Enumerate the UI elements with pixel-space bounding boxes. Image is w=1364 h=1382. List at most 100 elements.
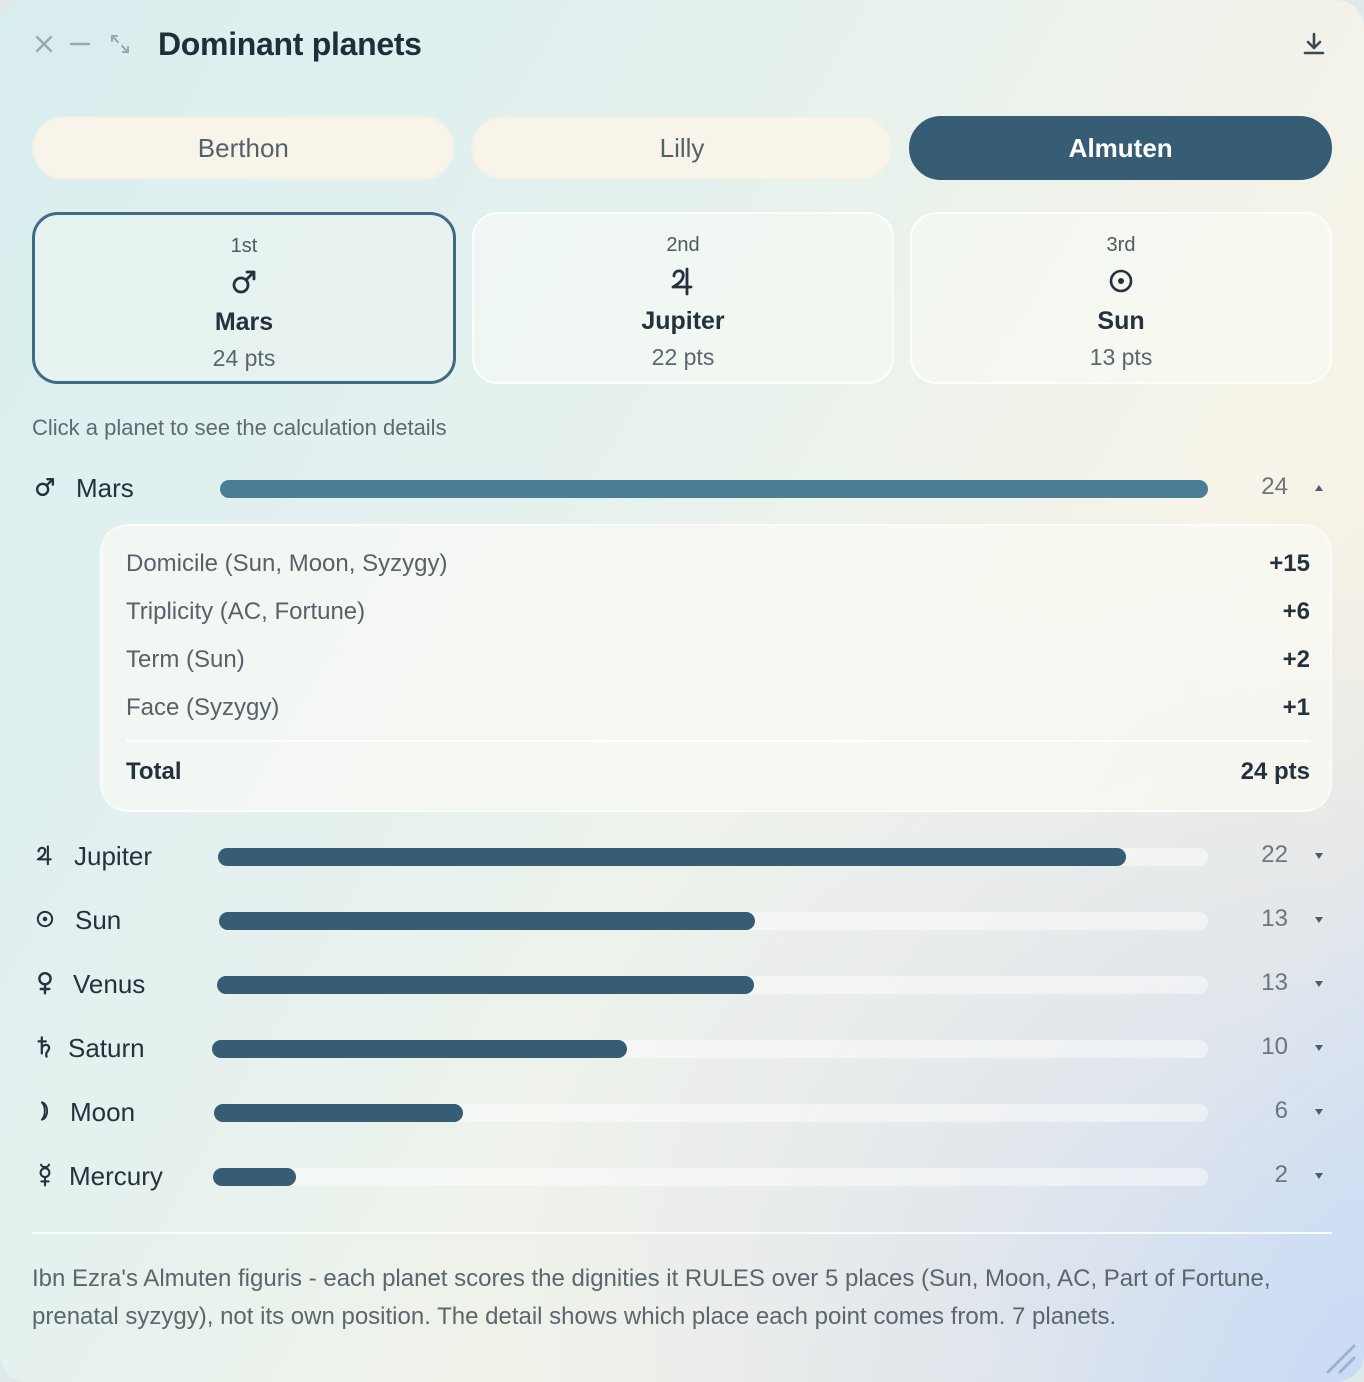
jupiter-icon (669, 263, 697, 299)
detail-label: Triplicity (AC, Fortune) (126, 598, 366, 625)
tab-berthon[interactable]: Berthon (32, 116, 455, 180)
caret-down-icon (1315, 1045, 1323, 1051)
planet-points: 13 pts (1089, 344, 1153, 370)
planet-name: Moon (70, 1097, 136, 1127)
planet-row-mercury[interactable]: Mercury 2 (32, 1152, 1332, 1202)
caret-down-icon (1315, 917, 1323, 923)
maximize-button[interactable] (106, 30, 134, 58)
score-bar-track (218, 848, 1208, 866)
planet-row-sun[interactable]: Sun 13 (32, 896, 1332, 946)
score-bar-track (214, 1104, 1208, 1122)
collapse-button[interactable] (1312, 478, 1326, 498)
expand-button[interactable] (1312, 846, 1326, 866)
expand-button[interactable] (1312, 1166, 1326, 1186)
planet-row-venus[interactable]: Venus 13 (32, 960, 1332, 1010)
title-bar: Dominant planets (0, 0, 1364, 90)
score-bar-fill (212, 1040, 627, 1058)
score-bar-track (217, 976, 1208, 994)
score-value: 22 (1261, 841, 1288, 868)
planet-name: Venus (73, 969, 146, 999)
planet-points: 24 pts (212, 345, 276, 371)
planet-name: Mercury (69, 1161, 163, 1191)
resize-grip-icon (1326, 1344, 1356, 1374)
score-bar-fill (217, 976, 754, 994)
podium: 1st Mars 24 pts 2nd Jupiter 22 pts 3rd S… (32, 212, 1332, 384)
mars-icon (230, 264, 258, 300)
score-bar-fill (220, 480, 1208, 498)
download-icon (1303, 32, 1325, 55)
total-label: Total (126, 758, 182, 785)
planet-row-moon[interactable]: Moon 6 (32, 1088, 1332, 1138)
rank-label: 1st (230, 235, 258, 257)
planet-name: Mars (214, 308, 274, 336)
planet-name: Mars (76, 473, 134, 503)
podium-card-sun[interactable]: 3rd Sun 13 pts (910, 212, 1332, 384)
planet-row-mars[interactable]: Mars 24 (32, 464, 1332, 514)
caret-down-icon (1315, 981, 1323, 987)
expand-button[interactable] (1312, 1102, 1326, 1122)
expand-button[interactable] (1312, 910, 1326, 930)
moon-icon (32, 1098, 58, 1124)
detail-value: +6 (1282, 598, 1310, 625)
minimize-icon (69, 42, 91, 46)
detail-value: +2 (1282, 646, 1310, 673)
planet-name: Saturn (68, 1033, 145, 1063)
detail-label: Domicile (Sun, Moon, Syzygy) (126, 550, 448, 577)
tab-almuten[interactable]: Almuten (909, 116, 1333, 180)
score-value: 2 (1274, 1161, 1288, 1188)
calculation-details: Domicile (Sun, Moon, Syzygy) +15 Triplic… (100, 524, 1332, 812)
planet-points: 22 pts (651, 344, 715, 370)
planet-row-saturn[interactable]: Saturn 10 (32, 1024, 1332, 1074)
planet-row-jupiter[interactable]: Jupiter 22 (32, 832, 1332, 882)
podium-card-mars[interactable]: 1st Mars 24 pts (32, 212, 456, 384)
score-value: 24 (1261, 473, 1288, 500)
score-bar-track (212, 1040, 1208, 1058)
saturn-icon (32, 1034, 58, 1060)
close-icon (35, 35, 53, 53)
caret-down-icon (1315, 1109, 1323, 1115)
details-divider (126, 740, 1310, 742)
rank-label: 3rd (1106, 234, 1136, 256)
detail-label: Term (Sun) (126, 646, 245, 673)
mercury-icon (32, 1162, 58, 1188)
resize-handle[interactable] (1322, 1340, 1356, 1374)
dominant-planets-window: Dominant planets Berthon Lilly Almuten 1… (0, 0, 1364, 1382)
planet-name: Sun (1097, 307, 1145, 335)
jupiter-icon (32, 842, 58, 868)
score-bar-fill (219, 912, 755, 930)
score-value: 13 (1261, 969, 1288, 996)
total-value: 24 pts (1240, 758, 1310, 785)
score-value: 6 (1274, 1097, 1288, 1124)
rank-label: 2nd (666, 234, 700, 256)
score-bar-fill (214, 1104, 463, 1122)
footer-divider (32, 1232, 1332, 1234)
details-hint: Click a planet to see the calculation de… (32, 415, 447, 440)
expand-button[interactable] (1312, 1038, 1326, 1058)
detail-row: Domicile (Sun, Moon, Syzygy) +15 (126, 550, 1310, 584)
detail-value: +1 (1282, 694, 1310, 721)
score-bar-track (213, 1168, 1208, 1186)
score-value: 10 (1261, 1033, 1288, 1060)
tab-lilly[interactable]: Lilly (470, 116, 894, 180)
sun-icon (32, 906, 58, 932)
score-value: 13 (1261, 905, 1288, 932)
score-bar-fill (213, 1168, 296, 1186)
podium-card-jupiter[interactable]: 2nd Jupiter 22 pts (472, 212, 894, 384)
detail-total-row: Total 24 pts (126, 758, 1310, 792)
detail-row: Term (Sun) +2 (126, 646, 1310, 680)
caret-up-icon (1315, 485, 1323, 491)
score-bar-track (220, 480, 1208, 498)
method-description: Ibn Ezra's Almuten figuris - each planet… (32, 1265, 1271, 1330)
detail-label: Face (Syzygy) (126, 694, 280, 721)
method-tabs: Berthon Lilly Almuten (32, 116, 1333, 180)
caret-down-icon (1315, 1173, 1323, 1179)
expand-icon (111, 35, 129, 53)
planet-name: Jupiter (74, 841, 153, 871)
detail-row: Face (Syzygy) +1 (126, 694, 1310, 728)
expand-button[interactable] (1312, 974, 1326, 994)
minimize-button[interactable] (66, 30, 94, 58)
close-button[interactable] (30, 30, 58, 58)
sun-icon (1107, 263, 1135, 299)
download-button[interactable] (1300, 30, 1328, 58)
planet-name: Jupiter (641, 307, 725, 335)
